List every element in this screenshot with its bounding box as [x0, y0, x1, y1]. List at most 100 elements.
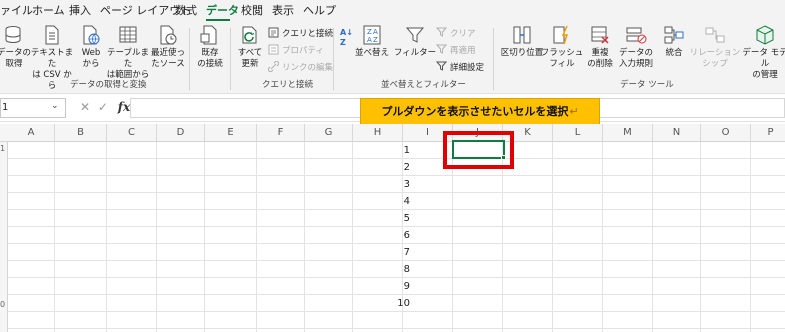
return-mark: ↵	[569, 105, 579, 118]
filter-button[interactable]: フィルター	[393, 24, 437, 59]
cell-value[interactable]: 4	[366, 193, 410, 210]
column-headers: A B C D E F G H I J K L M N O P	[0, 124, 785, 142]
gridline	[352, 142, 353, 332]
text-to-columns-button[interactable]: 区切り位置	[500, 24, 544, 59]
svg-text:A: A	[367, 36, 372, 44]
properties-button[interactable]: プロパティ	[268, 44, 324, 59]
tab-formulas[interactable]: 数式	[175, 4, 197, 18]
text-to-columns-icon	[513, 26, 531, 44]
gridline	[54, 142, 55, 332]
menu-bar: ァイル ホーム 挿入 ページ レイアウト 数式 データ 校閲 表示 ヘルプ	[0, 0, 785, 22]
web-globe-icon	[83, 25, 100, 45]
insert-function-icon[interactable]: fx	[118, 100, 130, 114]
tab-data[interactable]: データ	[206, 4, 239, 18]
text-file-icon	[45, 25, 59, 45]
gridline	[700, 142, 701, 332]
tab-review[interactable]: 校閲	[241, 4, 263, 18]
column-header-c[interactable]: C	[107, 124, 157, 142]
data-validation-icon	[626, 27, 647, 44]
column-header-n[interactable]: N	[653, 124, 701, 142]
refresh-all-button[interactable]: すべて 更新	[228, 24, 272, 70]
flash-fill-icon	[553, 25, 569, 45]
gridline	[204, 142, 205, 332]
column-header-d[interactable]: D	[157, 124, 205, 142]
gridline	[452, 142, 453, 332]
column-header-a[interactable]: A	[8, 124, 55, 142]
formula-buttons: ✕ ✓ fx	[80, 100, 130, 114]
row-header-fragment[interactable]: 1	[0, 144, 5, 154]
highlight-box	[443, 131, 514, 169]
cell-value[interactable]: 1	[366, 142, 410, 159]
group-label-queries: クエリと接続	[262, 80, 314, 90]
enter-check-icon[interactable]: ✓	[98, 100, 108, 114]
cell-value[interactable]: 2	[366, 159, 410, 176]
gridline	[106, 142, 107, 332]
tab-view[interactable]: 表示	[272, 4, 294, 18]
gridline	[156, 142, 157, 332]
relationships-button[interactable]: リレーションシップ	[686, 24, 744, 70]
tab-file[interactable]: ァイル	[0, 4, 33, 18]
active-tab-indicator	[206, 19, 230, 21]
svg-text:A: A	[373, 28, 378, 36]
gridline	[304, 142, 305, 332]
row-header-fragment[interactable]: 0	[0, 300, 5, 310]
relationships-icon	[705, 27, 725, 43]
column-header-o[interactable]: O	[701, 124, 751, 142]
column-header-m[interactable]: M	[603, 124, 653, 142]
refresh-icon	[242, 26, 257, 44]
group-separator	[493, 28, 494, 90]
column-header-f[interactable]: F	[257, 124, 305, 142]
queries-connections-button[interactable]: クエリと接続	[268, 27, 333, 42]
table-icon	[119, 26, 137, 43]
existing-connections-button[interactable]: 既存 の接続	[188, 24, 232, 70]
filter-funnel-icon	[405, 27, 425, 43]
gridline	[652, 142, 653, 332]
clear-filter-button[interactable]: クリア	[436, 27, 476, 42]
chevron-down-icon[interactable]: ⌄	[51, 101, 59, 111]
tab-insert[interactable]: 挿入	[69, 4, 91, 18]
gridline	[502, 142, 503, 332]
instruction-callout: プルダウンを表示させたいセルを選択↵	[360, 98, 600, 125]
cell-value[interactable]: 9	[366, 278, 410, 295]
column-header-l[interactable]: L	[553, 124, 603, 142]
reapply-button[interactable]: 再適用	[436, 44, 476, 59]
advanced-filter-icon	[436, 61, 447, 71]
clear-filter-icon	[436, 27, 447, 37]
queries-icon	[268, 27, 279, 38]
svg-text:Z: Z	[367, 28, 372, 36]
column-header-e[interactable]: E	[205, 124, 257, 142]
cell-value[interactable]: 5	[366, 210, 410, 227]
gridline	[750, 142, 751, 332]
gridline	[552, 142, 553, 332]
from-table-range-button[interactable]: テーブルまた は範囲から	[106, 24, 150, 81]
cell-value[interactable]: 6	[366, 227, 410, 244]
recent-sources-button[interactable]: 最近使っ たソース	[146, 24, 190, 70]
cell-grid[interactable]: 1 2 3 4 5 6 7 8 9 10	[8, 142, 785, 332]
existing-connections-icon	[200, 25, 217, 45]
advanced-filter-button[interactable]: 詳細設定	[436, 61, 484, 76]
tab-help[interactable]: ヘルプ	[303, 4, 336, 18]
tab-home[interactable]: ホーム	[32, 4, 65, 18]
manage-data-model-button[interactable]: データ モデル の管理	[740, 24, 785, 81]
database-icon	[5, 26, 21, 44]
ribbon: データの 取得 テキストまた は CSV から Web から テーブルまた は範…	[0, 22, 785, 94]
cell-value[interactable]: 8	[366, 261, 410, 278]
sort-button[interactable]: Z A A Z 並べ替え	[350, 24, 394, 59]
cell-value[interactable]: 10	[366, 295, 410, 312]
row-headers: 1 0	[0, 142, 8, 332]
recent-sources-icon	[160, 25, 177, 45]
column-header-b[interactable]: B	[55, 124, 107, 142]
svg-text:Z: Z	[373, 36, 378, 44]
cancel-icon[interactable]: ✕	[80, 100, 90, 114]
gridline	[8, 328, 785, 329]
cell-value[interactable]: 7	[366, 244, 410, 261]
column-header-p[interactable]: P	[751, 124, 785, 142]
edit-links-button[interactable]: リンクの編集	[268, 61, 333, 76]
cell-value[interactable]: 3	[366, 176, 410, 193]
column-header-h[interactable]: H	[353, 124, 403, 142]
from-text-csv-button[interactable]: テキストまた は CSV から	[30, 24, 74, 92]
group-label-data-tools: データ ツール	[620, 80, 674, 90]
column-header-g[interactable]: G	[305, 124, 353, 142]
group-label-sort-filter: 並べ替えとフィルター	[381, 80, 466, 90]
remove-duplicates-icon	[591, 26, 609, 44]
